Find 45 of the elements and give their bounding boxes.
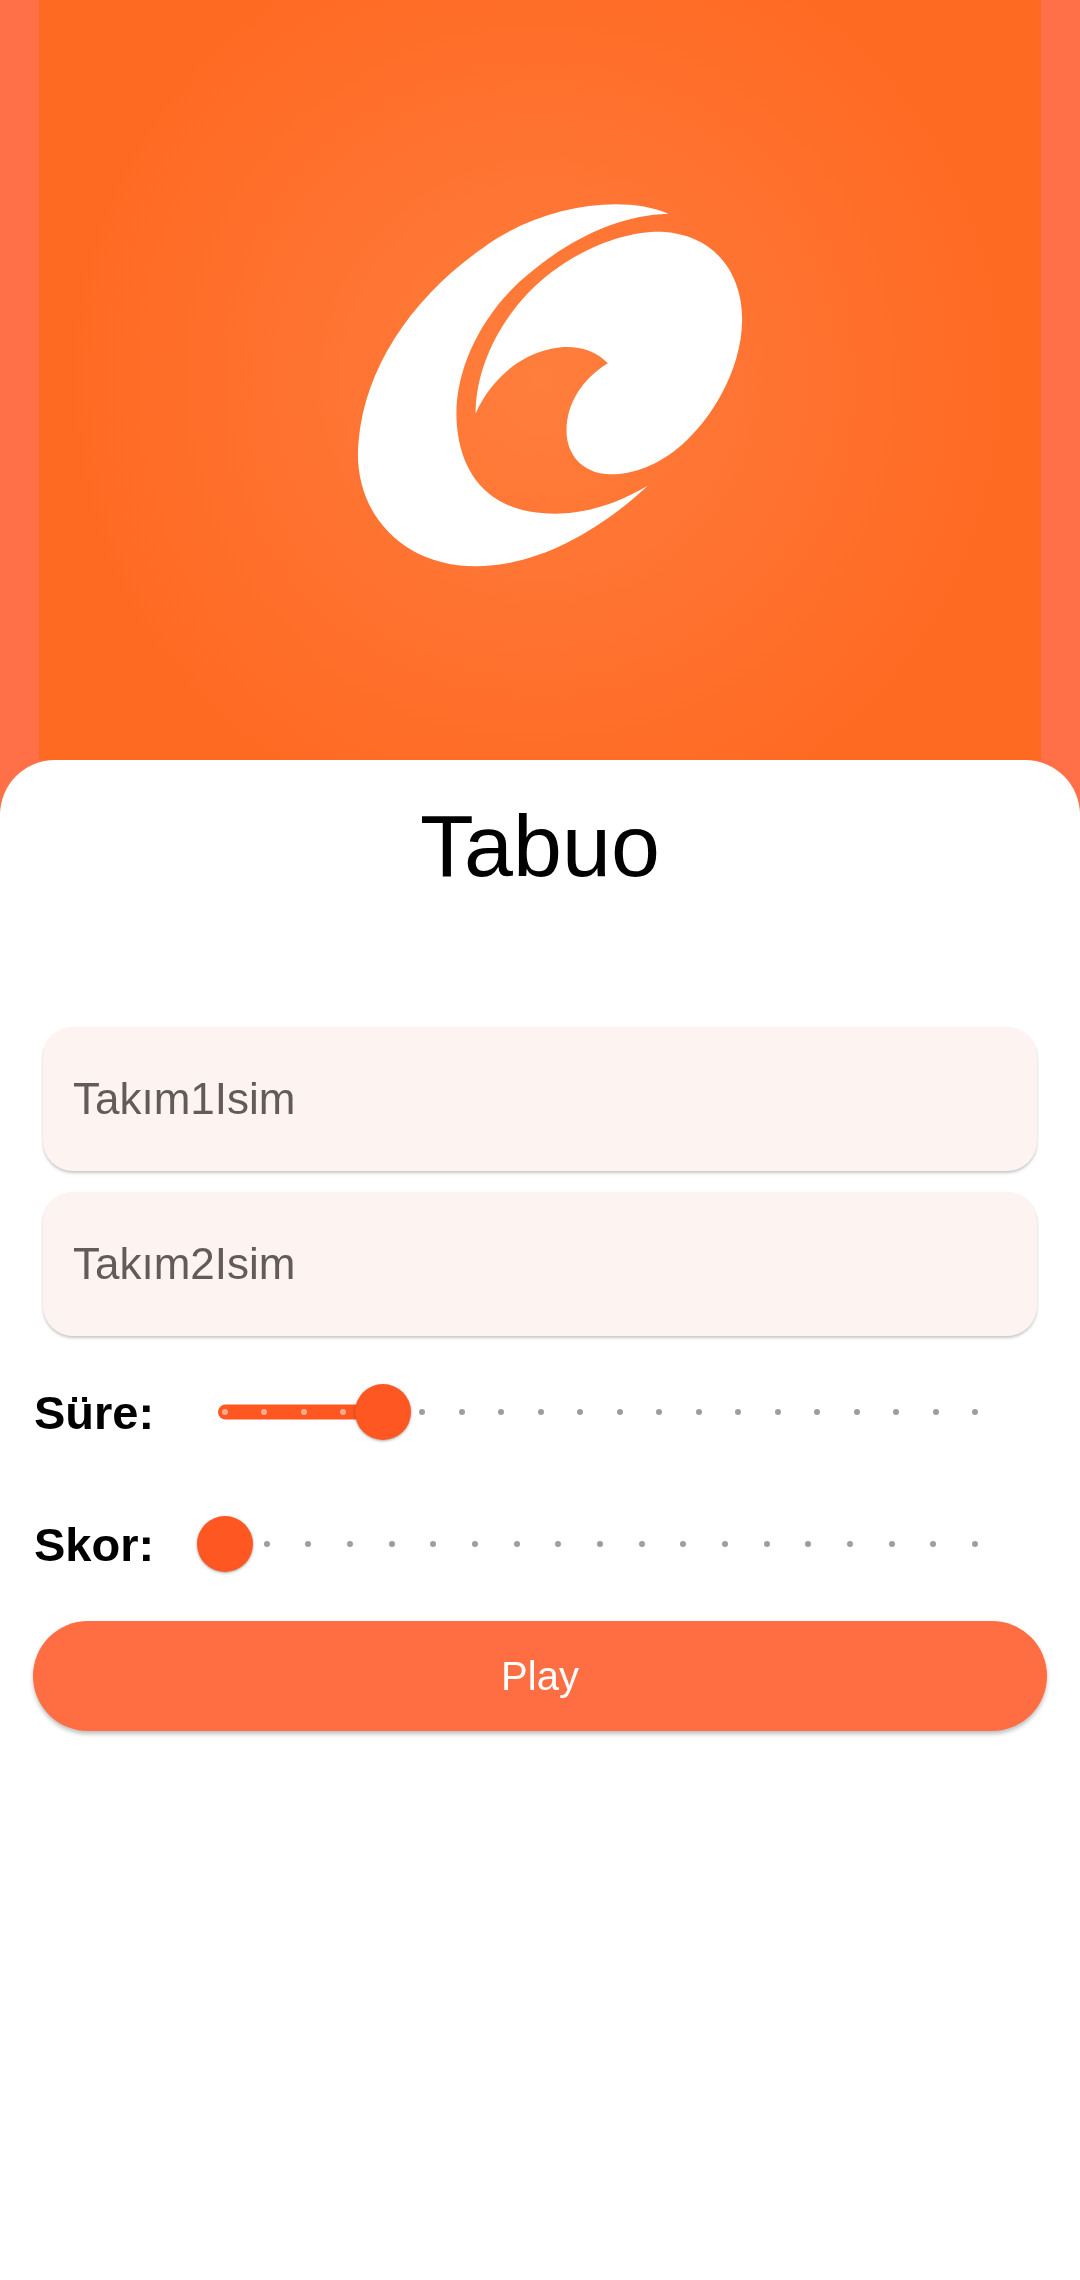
play-button[interactable]: Play bbox=[33, 1621, 1047, 1731]
tick-mark bbox=[814, 1409, 821, 1415]
tick-mark bbox=[537, 1409, 544, 1415]
tick-mark bbox=[340, 1409, 347, 1415]
tick-mark bbox=[555, 1541, 562, 1547]
tick-mark bbox=[656, 1409, 663, 1415]
tick-mark bbox=[763, 1541, 770, 1547]
slider-label: Süre: bbox=[34, 1388, 156, 1436]
tick-mark bbox=[347, 1541, 353, 1547]
team-name-field[interactable]: Takım2Isim bbox=[43, 1192, 1037, 1336]
tick-mark bbox=[972, 1541, 978, 1547]
team-name-field[interactable]: Takım1Isim bbox=[43, 1027, 1037, 1171]
slider-thumb[interactable] bbox=[354, 1384, 411, 1440]
tick-mark bbox=[722, 1541, 728, 1547]
tick-mark bbox=[888, 1541, 895, 1547]
tick-mark bbox=[458, 1409, 465, 1415]
tick-mark bbox=[972, 1409, 978, 1415]
tick-mark bbox=[932, 1409, 939, 1415]
tick-mark bbox=[388, 1541, 395, 1547]
slider-thumb[interactable] bbox=[197, 1516, 253, 1572]
tick-mark bbox=[430, 1541, 437, 1547]
tick-mark bbox=[853, 1409, 860, 1415]
tick-mark bbox=[847, 1541, 853, 1547]
tick-mark bbox=[222, 1409, 228, 1415]
tick-mark bbox=[638, 1541, 645, 1547]
slider-label: Skor: bbox=[34, 1520, 156, 1568]
tick-mark bbox=[577, 1409, 584, 1415]
app-title: Tabuo bbox=[419, 802, 661, 890]
tick-mark bbox=[305, 1541, 312, 1547]
tick-mark bbox=[695, 1409, 702, 1415]
tick-mark bbox=[735, 1409, 742, 1415]
tick-mark bbox=[597, 1541, 603, 1547]
tick-mark bbox=[263, 1541, 270, 1547]
tick-mark bbox=[893, 1409, 900, 1415]
tick-mark bbox=[616, 1409, 623, 1415]
tick-mark bbox=[805, 1541, 812, 1547]
tick-mark bbox=[419, 1409, 426, 1415]
tick-mark bbox=[774, 1409, 781, 1415]
tick-mark bbox=[930, 1541, 937, 1547]
tick-mark bbox=[513, 1541, 520, 1547]
tick-mark bbox=[300, 1409, 307, 1415]
tick-mark bbox=[498, 1409, 505, 1415]
tick-mark bbox=[472, 1541, 478, 1547]
tick-mark bbox=[680, 1541, 687, 1547]
tick-mark bbox=[261, 1409, 268, 1415]
